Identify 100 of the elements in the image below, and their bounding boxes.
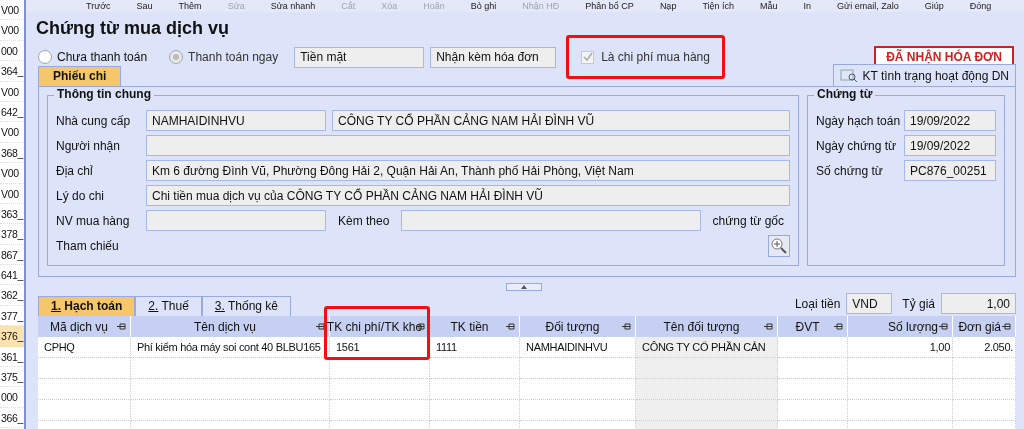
toolbar-button[interactable]: Tiện ích [702, 1, 735, 11]
address-field[interactable]: Km 6 đường Đình Vũ, Phường Đông Hải 2, Quận Hải An, Thành phố Hải Phòng, Việt Nam [146, 160, 790, 181]
toolbar-button[interactable]: Sửa nhanh [270, 1, 316, 11]
record-list-item[interactable]: V00 [0, 183, 24, 204]
record-list-item[interactable]: 641_ [0, 265, 24, 286]
check-status-button[interactable]: KT tình trạng hoạt động DN [833, 64, 1016, 86]
table-cell [953, 400, 1016, 421]
pin-icon[interactable] [834, 322, 843, 331]
record-list-item[interactable]: 361_ [0, 346, 24, 368]
check-icon [582, 52, 593, 62]
toolbar-button[interactable]: Đóng [969, 1, 992, 11]
pin-icon[interactable] [117, 322, 126, 331]
record-list-item[interactable]: 642_ [0, 101, 24, 123]
pin-icon[interactable] [1002, 322, 1011, 331]
attached-field[interactable] [401, 210, 701, 231]
invoice-field[interactable]: Nhận kèm hóa đơn [430, 46, 557, 68]
column-header[interactable]: Đơn giá [953, 316, 1016, 337]
magnifier-icon [840, 68, 859, 83]
tab[interactable]: 2. Thuế [135, 296, 202, 316]
record-list-item[interactable]: V00 [0, 0, 24, 21]
toolbar-button[interactable]: Giúp [924, 1, 944, 11]
pin-icon[interactable] [764, 322, 773, 331]
column-header[interactable]: ĐVT [778, 316, 848, 337]
payment-method-field[interactable]: Tiền mặt [294, 46, 425, 68]
receiver-field[interactable] [146, 135, 790, 156]
pin-icon[interactable] [506, 322, 515, 331]
field-label: Ngày hạch toán [816, 113, 898, 128]
record-list-item[interactable]: V00 [0, 20, 24, 41]
toolbar-button[interactable]: Gửi email, Zalo [837, 1, 899, 11]
radio-button[interactable]: Chưa thanh toán [38, 50, 148, 64]
column-header[interactable]: Đối tượng [520, 316, 636, 337]
column-header[interactable]: Tên đối tượng [636, 316, 778, 337]
toolbar-button[interactable]: Bỏ ghi [470, 1, 497, 11]
voucher-field[interactable]: PC876_00251 [904, 160, 996, 181]
table-cell: NAMHAIDINHVU [520, 337, 636, 358]
record-list-item[interactable]: V00 [0, 81, 24, 102]
record-list-item[interactable]: 000 [0, 387, 24, 408]
tab[interactable]: 3. Thống kê [201, 296, 291, 316]
column-header[interactable]: Số lượng [848, 316, 953, 337]
table-cell: 1,00 [848, 337, 953, 358]
record-list-item[interactable]: 363_ [0, 203, 24, 225]
currency-field[interactable]: VND [846, 293, 893, 314]
toolbar-button[interactable]: In [803, 1, 812, 11]
table-cell: CÔNG TY CỔ PHẦN CẢN [636, 337, 778, 358]
table-cell: CPHQ [38, 337, 131, 358]
table-cell: Phí kiểm hóa máy soi cont 40 BLBU165 [131, 337, 330, 358]
field-label: Kèm theo [337, 213, 391, 228]
voucher-field[interactable]: 19/09/2022 [904, 135, 996, 156]
column-header[interactable]: Mã dịch vụ [38, 316, 131, 337]
toolbar-button[interactable]: Thêm [178, 1, 202, 11]
field-label: chứng từ gốc [711, 213, 785, 228]
table-cell [778, 400, 848, 421]
buyer-field[interactable] [146, 210, 326, 231]
record-list-item[interactable]: 376_ [0, 326, 24, 347]
exchange-rate-field[interactable]: 1,00 [941, 293, 1016, 314]
group-title: Chứng từ [814, 87, 876, 101]
record-list-item[interactable]: 000 [0, 40, 24, 62]
record-list-item[interactable]: 364_ [0, 61, 24, 82]
supplier-code-field[interactable]: NAMHAIDINHVU [146, 110, 326, 131]
field-label: Số chứng từ [816, 163, 884, 178]
record-list-item[interactable]: 378_ [0, 224, 24, 245]
toolbar-button[interactable]: Trước [86, 1, 111, 11]
record-list-item[interactable]: 362_ [0, 285, 24, 306]
tab[interactable]: Phiếu chi [38, 66, 122, 86]
splitter-handle[interactable] [506, 283, 542, 291]
field-label: Người nhận [56, 138, 121, 153]
field-label: Địa chỉ [56, 163, 94, 178]
field-label: NV mua hàng [56, 213, 131, 228]
table-cell: 2.050. [953, 337, 1016, 358]
field-label: Tham chiếu [56, 239, 120, 253]
record-list-item[interactable]: 867_ [0, 244, 24, 266]
field-label: Loại tiền [794, 296, 841, 311]
pin-icon[interactable] [622, 322, 631, 331]
reason-field[interactable]: Chi tiền mua dịch vụ của CÔNG TY CỔ PHẦN CẢNG NAM HẢI ĐÌNH VŨ [146, 185, 790, 206]
tab[interactable]: 1. Hạch toán [38, 296, 136, 316]
table-cell [953, 379, 1016, 400]
toolbar-button[interactable]: Sau [136, 1, 153, 11]
column-header[interactable]: Tên dịch vụ [131, 316, 330, 337]
window-title: Chứng từ mua dịch vụ [36, 18, 231, 40]
field-label: Ngày chứng từ [816, 138, 898, 153]
record-list-item[interactable]: 375_ [0, 367, 24, 388]
table-cell: 1111 [430, 337, 520, 358]
pin-icon[interactable] [939, 322, 948, 331]
record-list-item[interactable]: 368_ [0, 142, 24, 164]
table-cell [778, 379, 848, 400]
toolbar-button[interactable]: Mẫu [760, 1, 778, 11]
voucher-field[interactable]: 19/09/2022 [904, 110, 996, 131]
group-title: Thông tin chung [54, 87, 154, 101]
field-label: Nhà cung cấp [56, 113, 132, 128]
table-cell [953, 358, 1016, 379]
pin-icon[interactable] [316, 322, 325, 331]
record-list-item[interactable]: V00 [0, 122, 24, 143]
toolbar-button[interactable]: Phân bổ CP [585, 1, 634, 11]
record-list-item[interactable]: V00 [0, 163, 24, 184]
field-label: Tỷ giá [902, 296, 935, 311]
column-header[interactable]: TK tiền [430, 316, 520, 337]
zoom-in-icon[interactable] [768, 235, 790, 257]
toolbar-button[interactable]: Nạp [659, 1, 677, 11]
supplier-name-field[interactable]: CÔNG TY CỔ PHẦN CẢNG NAM HẢI ĐÌNH VŨ [332, 110, 790, 131]
record-list-item[interactable]: 366_ [0, 407, 24, 429]
